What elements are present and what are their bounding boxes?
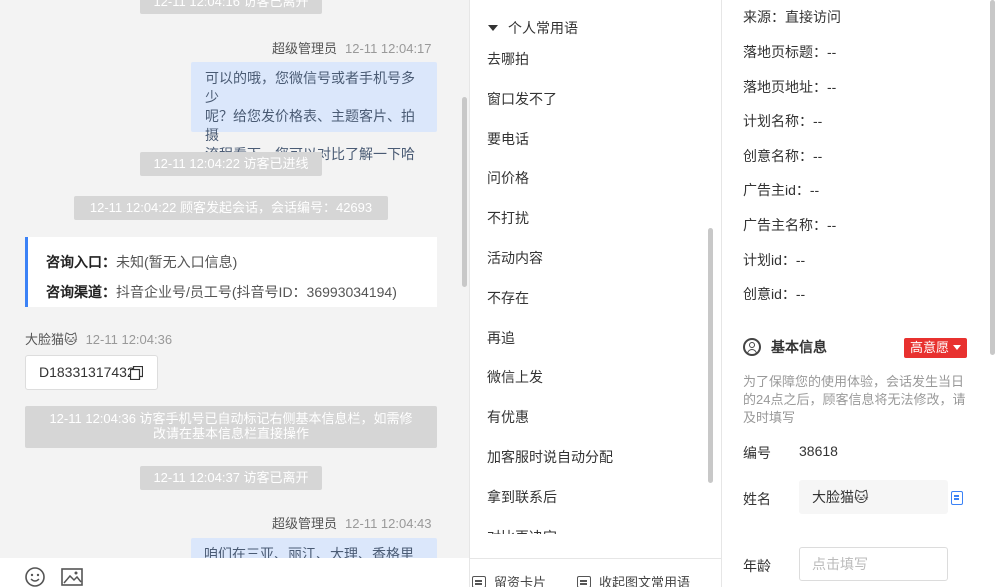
- phrase-item[interactable]: 拿到联系后: [487, 478, 707, 518]
- intent-level-dropdown[interactable]: 高意愿: [904, 338, 968, 358]
- message-meta: 大脸猫🐱 12-11 12:04:36: [25, 329, 172, 348]
- intent-level-label: 高意愿: [910, 340, 950, 355]
- system-message-phone: 12-11 12:04:36 访客手机号已自动标记右侧基本信息栏，如需修 改请在…: [25, 406, 437, 448]
- phrases-list: 去哪拍 窗口发不了 要电话 问价格 不打扰 活动内容 不存在 再追 微信上发 有…: [487, 40, 707, 534]
- system-message-enter: 12-11 12:04:22 访客已进线: [140, 152, 322, 176]
- collapse-phrases-label: 收起图文常用语: [599, 575, 691, 587]
- message-time: 12-11 12:04:17: [345, 41, 432, 56]
- landing-url-field: 落地页地址：--: [743, 79, 837, 95]
- consult-entry-label: 咨询入口：: [46, 254, 116, 270]
- phrase-item[interactable]: 不打扰: [487, 199, 707, 239]
- source-field: 来源：直接访问: [743, 9, 841, 25]
- name-label: 姓名: [743, 491, 771, 507]
- name-field[interactable]: 大脸猫🐱: [799, 480, 948, 514]
- message-line: 呢？给您发价格表、主题客片、拍摄: [205, 108, 415, 143]
- message-text: D18331317432: [39, 364, 135, 380]
- message-line: 咱们在三亚、丽江、大理、香格里: [204, 546, 414, 558]
- phrases-group-title: 个人常用语: [508, 20, 578, 36]
- phrases-group-header[interactable]: 个人常用语: [488, 18, 578, 38]
- phrase-item[interactable]: 问价格: [487, 159, 707, 199]
- phrase-item[interactable]: 不存在: [487, 279, 707, 319]
- phrase-item[interactable]: 有优惠: [487, 398, 707, 438]
- chat-scrollbar[interactable]: [462, 97, 467, 287]
- number-label: 编号: [743, 445, 771, 461]
- copy-icon[interactable]: [130, 366, 143, 380]
- lead-card-label: 留资卡片: [494, 575, 547, 587]
- lead-card-button[interactable]: 留资卡片: [472, 572, 546, 587]
- visitor-message-bubble: D18331317432: [25, 355, 158, 390]
- app-root: 12-11 12:04:16 访客已离开 超级管理员 12-11 12:04:17…: [0, 0, 1002, 587]
- copy-icon[interactable]: [951, 491, 963, 505]
- system-message-session: 12-11 12:04:22 顾客发起会话，会话编号：42693: [74, 196, 388, 220]
- system-message-left: 12-11 12:04:16 访客已离开: [140, 0, 322, 14]
- phrase-item[interactable]: 窗口发不了: [487, 80, 707, 120]
- consult-entry-row: 咨询入口：未知(暂无入口信息): [46, 247, 419, 277]
- chat-toolbar: [0, 558, 469, 587]
- consult-entry-value: 未知(暂无入口信息): [116, 254, 238, 270]
- creative-name-field: 创意名称：--: [743, 148, 823, 164]
- plan-name-field: 计划名称：--: [743, 113, 823, 129]
- phrase-item[interactable]: 加客服时说自动分配: [487, 438, 707, 478]
- visitor-info-panel: 来源：直接访问 落地页标题：-- 落地页地址：-- 计划名称：-- 创意名称：-…: [722, 0, 1002, 587]
- landing-title-field: 落地页标题：--: [743, 44, 837, 60]
- message-time: 12-11 12:04:36: [85, 332, 173, 347]
- collapse-phrases-button[interactable]: 收起图文常用语: [577, 572, 690, 587]
- phrase-item[interactable]: 再追: [487, 319, 707, 359]
- chat-panel: 12-11 12:04:16 访客已离开 超级管理员 12-11 12:04:17…: [0, 0, 470, 587]
- advertiser-name-field: 广告主名称：--: [743, 217, 837, 233]
- phrases-scrollbar[interactable]: [708, 228, 713, 483]
- emoji-icon[interactable]: [24, 567, 46, 587]
- phrase-item[interactable]: 要电话: [487, 120, 707, 160]
- sender-name: 大脸猫🐱: [25, 332, 78, 347]
- age-label: 年龄: [743, 558, 771, 574]
- consult-info-card: 咨询入口：未知(暂无入口信息) 咨询渠道：抖音企业号/员工号(抖音号ID：369…: [25, 237, 437, 307]
- creative-id-field: 创意id：--: [743, 286, 806, 302]
- basic-info-header: 基本信息: [743, 337, 827, 357]
- basic-info-title: 基本信息: [771, 339, 827, 355]
- caret-down-icon: [488, 25, 498, 31]
- phrase-item[interactable]: 微信上发: [487, 358, 707, 398]
- card-icon: [472, 576, 486, 587]
- advertiser-id-field: 广告主id：--: [743, 182, 820, 198]
- phrases-footer: 留资卡片 收起图文常用语: [470, 558, 721, 587]
- phrase-item[interactable]: 对比再决定: [487, 518, 707, 534]
- number-value: 38618: [799, 443, 838, 459]
- caret-down-icon: [953, 345, 962, 350]
- system-line: 12-11 12:04:36 访客手机号已自动标记右侧基本信息栏，如需修: [49, 411, 413, 426]
- message-meta: 超级管理员 12-11 12:04:17: [272, 38, 432, 57]
- consult-channel-row: 咨询渠道：抖音企业号/员工号(抖音号ID：36993034194): [46, 277, 419, 307]
- user-circle-icon: [743, 338, 761, 356]
- system-message-leave: 12-11 12:04:37 访客已离开: [140, 466, 322, 490]
- sender-name: 超级管理员: [272, 41, 338, 56]
- system-line: 改请在基本信息栏直接操作: [152, 426, 309, 441]
- message-line: 可以的哦，您微信号或者手机号多少: [205, 70, 415, 105]
- age-input[interactable]: 点击填写: [799, 547, 948, 581]
- image-icon[interactable]: [61, 567, 83, 587]
- info-scrollbar-thumb[interactable]: [990, 0, 995, 355]
- consult-channel-value: 抖音企业号/员工号(抖音号ID：36993034194): [116, 284, 397, 300]
- info-scrollbar[interactable]: [987, 0, 1002, 587]
- list-icon: [577, 576, 591, 587]
- agent-message-bubble: 可以的哦，您微信号或者手机号多少 呢？给您发价格表、主题客片、拍摄 流程看下，您…: [191, 62, 437, 162]
- phrase-item[interactable]: 去哪拍: [487, 40, 707, 80]
- plan-id-field: 计划id：--: [743, 252, 806, 268]
- common-phrases-panel: 个人常用语 去哪拍 窗口发不了 要电话 问价格 不打扰 活动内容 不存在 再追 …: [470, 0, 722, 587]
- sender-name: 超级管理员: [272, 516, 338, 531]
- chat-history[interactable]: 12-11 12:04:16 访客已离开 超级管理员 12-11 12:04:17…: [0, 0, 469, 558]
- agent-message-bubble: 咱们在三亚、丽江、大理、香格里: [191, 538, 437, 558]
- phrase-item[interactable]: 活动内容: [487, 239, 707, 279]
- consult-channel-label: 咨询渠道：: [46, 284, 116, 300]
- edit-notice: 为了保障您的使用体验，会话发生当日的24点之后，顾客信息将无法修改，请及时填写: [743, 374, 966, 425]
- message-time: 12-11 12:04:43: [345, 516, 432, 531]
- message-meta: 超级管理员 12-11 12:04:43: [272, 513, 432, 532]
